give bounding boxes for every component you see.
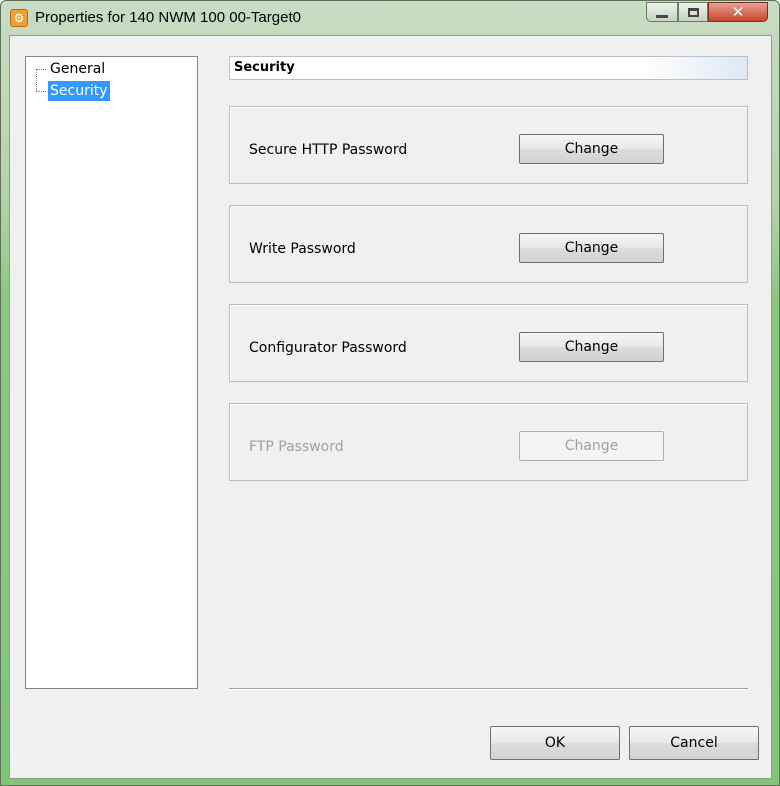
- tree-connector: [36, 91, 46, 92]
- window-controls: ✕: [646, 2, 768, 24]
- configurator-password-label: Configurator Password: [249, 340, 407, 356]
- close-icon: ✕: [731, 3, 745, 21]
- tree-item-security[interactable]: Security: [48, 81, 110, 101]
- cancel-button[interactable]: Cancel: [629, 726, 759, 760]
- window-title: Properties for 140 NWM 100 00-Target0: [35, 9, 301, 26]
- minimize-button[interactable]: [646, 2, 678, 22]
- secure-http-password-group: Secure HTTP Password Change: [229, 106, 748, 184]
- close-button[interactable]: ✕: [708, 2, 768, 22]
- maximize-button[interactable]: [678, 2, 708, 22]
- navigation-tree[interactable]: General Security: [25, 56, 198, 689]
- change-ftp-password-button: Change: [519, 431, 664, 461]
- tree-item-general[interactable]: General: [48, 59, 107, 79]
- configurator-password-group: Configurator Password Change: [229, 304, 748, 382]
- title-bar[interactable]: ⚙ Properties for 140 NWM 100 00-Target0 …: [1, 1, 779, 35]
- change-write-password-button[interactable]: Change: [519, 233, 664, 263]
- tree-connector: [36, 69, 46, 70]
- ftp-password-group: FTP Password Change: [229, 403, 748, 481]
- ok-button[interactable]: OK: [490, 726, 620, 760]
- dialog-client-area: General Security Security Secure HTTP Pa…: [9, 35, 772, 779]
- footer-divider: [229, 688, 748, 690]
- properties-window: ⚙ Properties for 140 NWM 100 00-Target0 …: [0, 0, 780, 786]
- maximize-icon: [687, 7, 699, 17]
- tree-connector: [36, 69, 37, 91]
- app-icon: ⚙: [10, 9, 28, 27]
- ftp-password-label: FTP Password: [249, 439, 344, 455]
- minimize-icon: [656, 14, 668, 18]
- section-header: Security: [229, 56, 748, 80]
- write-password-group: Write Password Change: [229, 205, 748, 283]
- secure-http-password-label: Secure HTTP Password: [249, 142, 408, 158]
- change-secure-http-password-button[interactable]: Change: [519, 134, 664, 164]
- change-configurator-password-button[interactable]: Change: [519, 332, 664, 362]
- write-password-label: Write Password: [249, 241, 356, 257]
